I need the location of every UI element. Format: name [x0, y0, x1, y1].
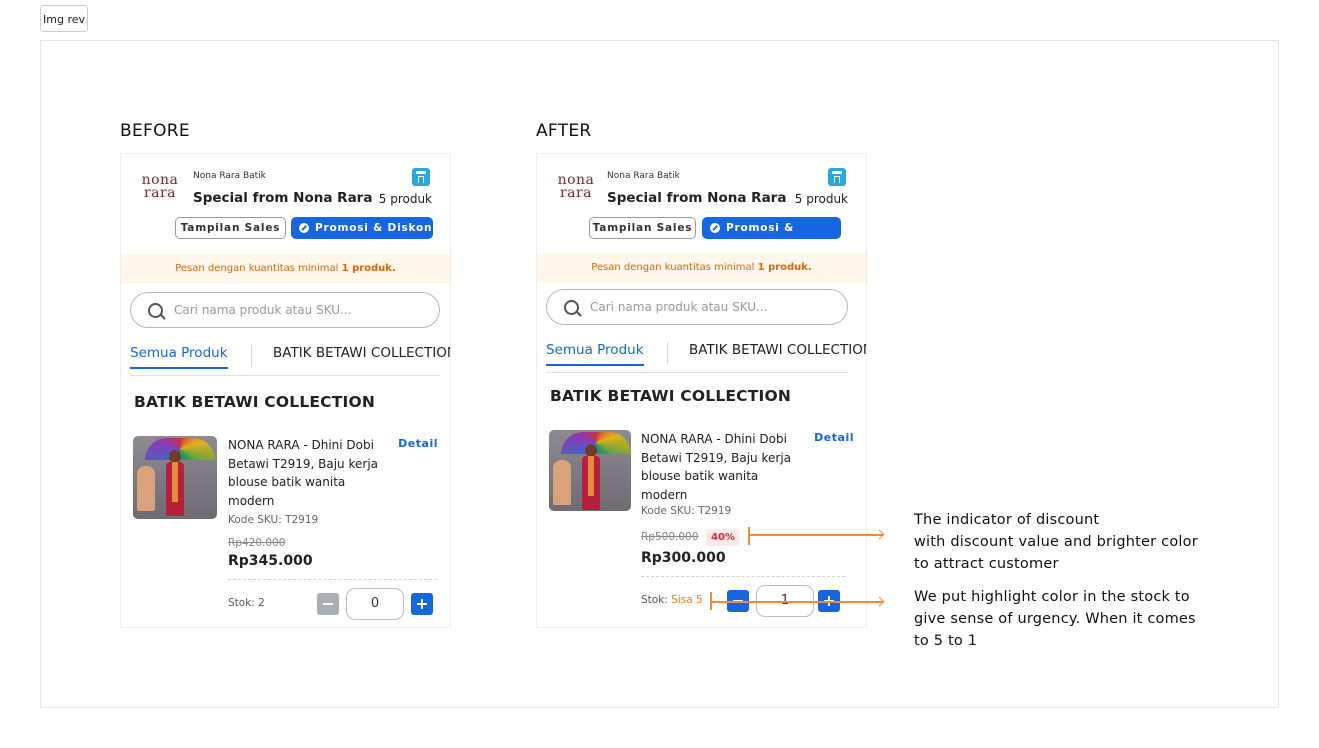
- stock-info: Stok: 2: [228, 597, 265, 609]
- sale-price: Rp300.000: [641, 550, 726, 566]
- search-icon: [148, 303, 163, 318]
- product-tabs: Semua Produk BATIK BETAWI COLLECTION: [130, 345, 450, 376]
- product-image[interactable]: [549, 430, 631, 511]
- notice-text: Pesan dengan kuantitas minimal: [175, 263, 342, 274]
- thumb-model: [166, 450, 184, 516]
- original-price: Rp420.000: [228, 537, 286, 549]
- sku-code: Kode SKU: T2919: [228, 514, 319, 526]
- shop-title: Special from Nona Rara: [607, 190, 787, 206]
- stock-urgency: Sisa 5: [671, 594, 703, 606]
- notice-text: Pesan dengan kuantitas minimal: [591, 262, 758, 273]
- before-card: nona rara Nona Rara Batik Special from N…: [120, 153, 451, 628]
- annotation-line: to 5 to 1: [914, 633, 978, 649]
- search-placeholder: Cari nama produk atau SKU...: [174, 303, 352, 317]
- product-count: 5 produk: [378, 192, 432, 206]
- shop-logo: nona rara: [141, 172, 179, 201]
- discount-annotation: The indicator of discount with discount …: [914, 509, 1198, 575]
- original-price: Rp500.000: [641, 531, 699, 543]
- img-rev-tab[interactable]: Img rev: [40, 5, 88, 32]
- increase-qty-button[interactable]: [411, 593, 433, 615]
- shop-logo: nona rara: [557, 172, 595, 201]
- divider: [641, 576, 845, 577]
- before-heading: BEFORE: [120, 121, 190, 141]
- sales-view-button[interactable]: Tampilan Sales: [175, 217, 286, 239]
- quantity-field[interactable]: 0: [346, 588, 404, 620]
- tab-all-products[interactable]: Semua Produk: [130, 345, 228, 369]
- thumb-model: [582, 444, 600, 510]
- store-icon[interactable]: [828, 168, 846, 186]
- product-name[interactable]: NONA RARA - Dhini Dobi Betawi T2919, Baj…: [641, 430, 801, 504]
- stock-value: 2: [258, 597, 265, 609]
- shop-name: Nona Rara Batik: [607, 171, 680, 181]
- promo-discount-label: Promosi & Diskon: [726, 222, 795, 256]
- discount-icon: [299, 223, 309, 233]
- thumb-figure: [137, 466, 155, 511]
- sku-code: Kode SKU: T2919: [641, 505, 732, 517]
- promo-discount-button[interactable]: Promosi & Diskon: [291, 217, 433, 239]
- search-placeholder: Cari nama produk atau SKU...: [590, 300, 768, 314]
- product-name[interactable]: NONA RARA - Dhini Dobi Betawi T2919, Baj…: [228, 436, 393, 510]
- thumb-figure: [553, 460, 571, 505]
- tab-batik-betawi[interactable]: BATIK BETAWI COLLECTION: [273, 345, 450, 361]
- sale-price: Rp345.000: [228, 553, 313, 569]
- tab-all-products[interactable]: Semua Produk: [546, 342, 644, 366]
- tab-divider: [251, 345, 252, 367]
- divider: [228, 579, 437, 580]
- store-icon[interactable]: [412, 168, 430, 186]
- after-heading: AFTER: [536, 121, 592, 141]
- detail-link[interactable]: Detail: [398, 437, 438, 450]
- collection-title: BATIK BETAWI COLLECTION: [134, 393, 376, 411]
- detail-link[interactable]: Detail: [814, 431, 854, 444]
- min-order-notice: Pesan dengan kuantitas minimal 1 produk.: [121, 254, 450, 284]
- tab-divider: [667, 342, 668, 364]
- search-input[interactable]: Cari nama produk atau SKU...: [546, 289, 848, 325]
- discount-badge: 40%: [706, 529, 740, 546]
- notice-qty: 1 produk.: [757, 262, 812, 273]
- notice-qty: 1 produk.: [341, 263, 396, 274]
- stock-label: Stok:: [228, 597, 259, 609]
- tab-batik-betawi[interactable]: BATIK BETAWI COLLECTION: [689, 342, 866, 358]
- promo-discount-button[interactable]: Promosi & Diskon: [702, 217, 841, 256]
- product-count: 5 produk: [794, 192, 848, 206]
- product-tabs: Semua Produk BATIK BETAWI COLLECTION: [546, 342, 866, 373]
- min-order-notice: Pesan dengan kuantitas minimal 1 produk.: [537, 253, 866, 283]
- stock-label: Stok:: [641, 594, 672, 606]
- shop-title: Special from Nona Rara: [193, 190, 373, 206]
- stock-arrow-line: [712, 601, 883, 603]
- annotation-line: give sense of urgency. When it comes: [914, 611, 1196, 627]
- discount-marker: [748, 527, 750, 545]
- annotation-line: with discount value and brighter color: [914, 534, 1198, 550]
- search-input[interactable]: Cari nama produk atau SKU...: [130, 292, 440, 328]
- stock-info: Stok: Sisa 5: [641, 594, 703, 606]
- search-icon: [564, 300, 579, 315]
- sales-view-button[interactable]: Tampilan Sales: [589, 217, 696, 239]
- annotation-line: The indicator of discount: [914, 512, 1100, 528]
- collection-title: BATIK BETAWI COLLECTION: [550, 387, 792, 405]
- discount-arrow-line: [750, 534, 883, 536]
- stock-annotation: We put highlight color in the stock to g…: [914, 586, 1196, 652]
- after-card: nona rara Nona Rara Batik Special from N…: [536, 153, 867, 628]
- decrease-qty-button[interactable]: [317, 593, 339, 615]
- annotation-line: We put highlight color in the stock to: [914, 589, 1190, 605]
- product-image[interactable]: [133, 436, 217, 519]
- discount-icon: [710, 223, 720, 233]
- promo-discount-label: Promosi & Diskon: [315, 222, 433, 234]
- annotation-line: to attract customer: [914, 556, 1059, 572]
- shop-name: Nona Rara Batik: [193, 171, 266, 181]
